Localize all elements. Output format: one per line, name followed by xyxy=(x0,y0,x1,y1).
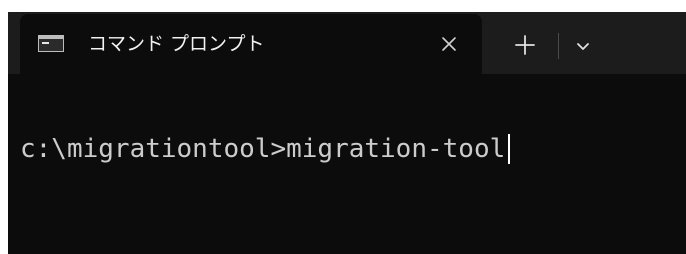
toolbar-divider xyxy=(558,33,559,59)
terminal-window: コマンド プロンプト c:\migrationtool> migration-to… xyxy=(8,12,686,254)
command-prompt: c:\migrationtool> xyxy=(20,134,287,164)
tab-title: コマンド プロンプト xyxy=(88,33,265,55)
command-prompt-icon xyxy=(38,35,64,52)
chevron-down-icon[interactable] xyxy=(570,32,596,60)
typed-command: migration-tool xyxy=(286,134,506,164)
title-bar: コマンド プロンプト xyxy=(8,12,686,74)
close-icon[interactable] xyxy=(438,33,460,55)
plus-icon[interactable] xyxy=(508,30,542,60)
tab-command-prompt[interactable]: コマンド プロンプト xyxy=(20,14,482,74)
text-cursor xyxy=(508,134,511,164)
terminal-input-line[interactable]: c:\migrationtool> migration-tool xyxy=(20,132,511,166)
